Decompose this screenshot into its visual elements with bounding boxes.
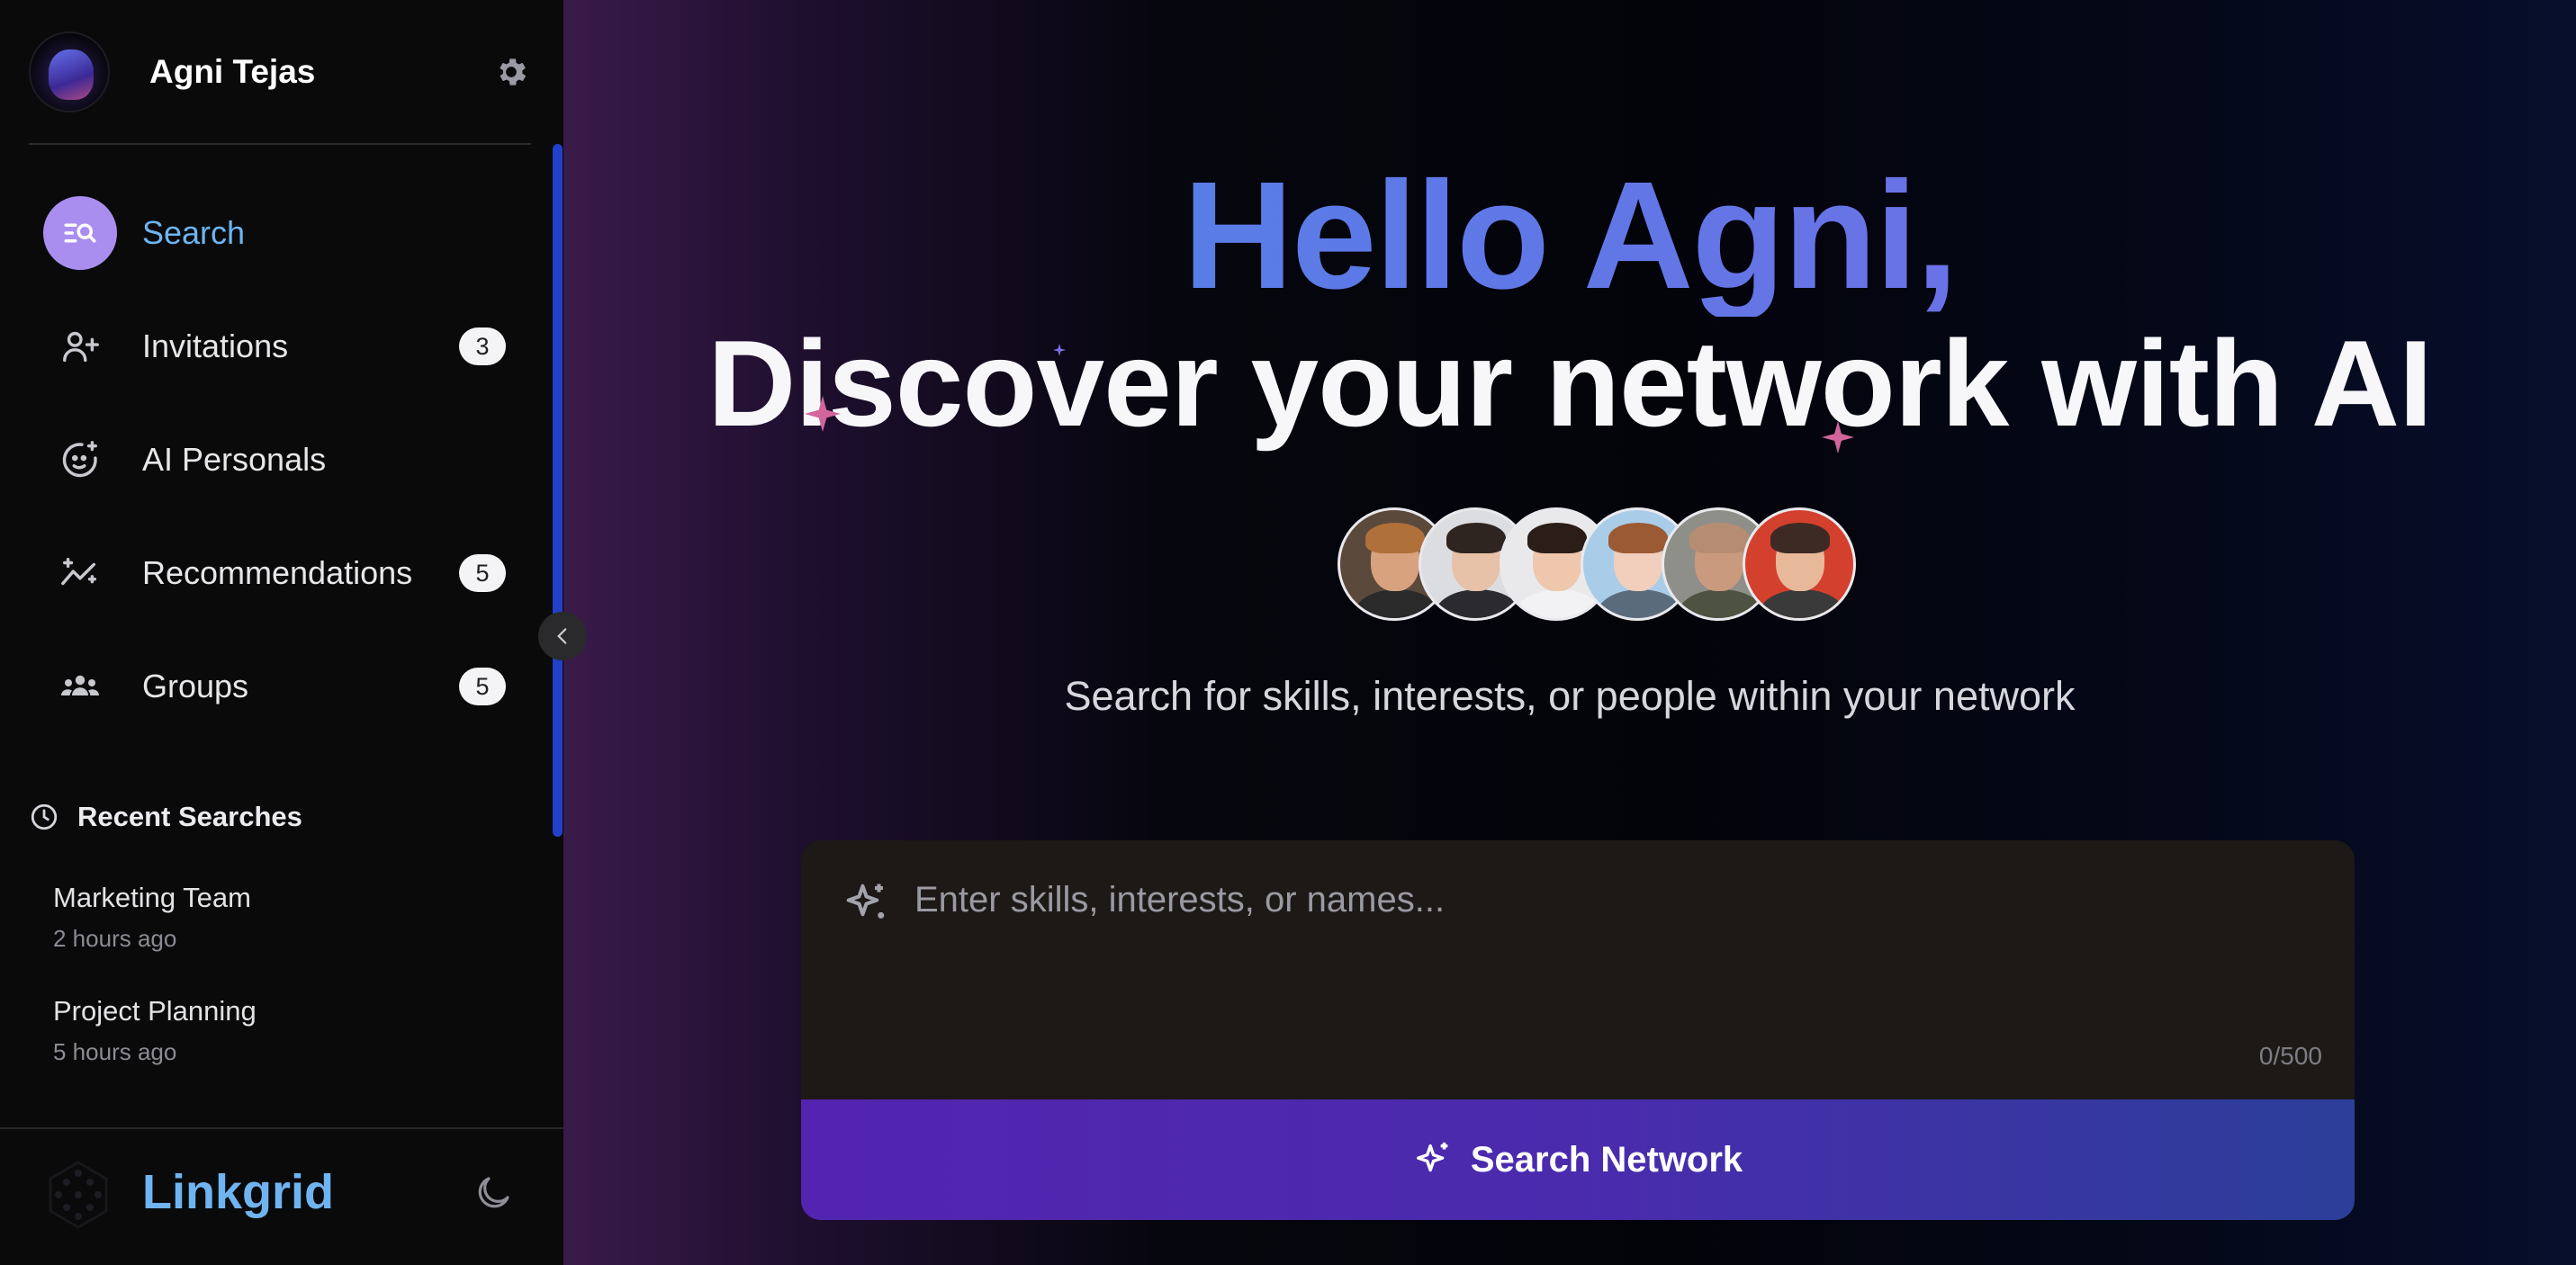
search-button-label: Search Network: [1470, 1139, 1743, 1180]
moon-icon: [478, 1177, 509, 1208]
users-group-icon: [43, 650, 117, 723]
clock-icon: [31, 803, 58, 830]
chevron-left-icon: [557, 628, 567, 644]
network-avatars: [1338, 507, 1856, 623]
search-list-icon: [43, 196, 117, 270]
sidebar-item-label: Search: [142, 214, 246, 251]
sidebar-item-label: Recommendations: [142, 554, 413, 591]
profile-name: Agni Tejas: [149, 53, 316, 90]
sparkle-icon: [805, 396, 841, 432]
sidebar-item-label: Groups: [142, 668, 249, 704]
profile-header: Agni Tejas: [29, 29, 533, 115]
collapse-sidebar-button[interactable]: [538, 612, 587, 660]
recent-search-name: Project Planning: [53, 995, 257, 1027]
sidebar-scrollbar[interactable]: [553, 144, 563, 837]
linkgrid-logo-icon: [47, 1161, 110, 1234]
list-item[interactable]: Project Planning 5 hours ago: [53, 995, 257, 1108]
recent-searches-list: Marketing Team 2 hours ago Project Plann…: [53, 882, 257, 1108]
count-badge: 3: [459, 327, 506, 365]
trend-sparkle-icon: [43, 536, 117, 610]
sidebar: Agni Tejas Search Invitations 3 AI Perso…: [0, 0, 563, 1265]
recent-search-time: 5 hours ago: [53, 1038, 177, 1065]
greeting-title: Hello Agni,: [563, 155, 2576, 317]
sidebar-nav: Search Invitations 3 AI Personals Recomm…: [29, 176, 533, 743]
sidebar-item-search[interactable]: Search: [29, 176, 533, 290]
settings-button[interactable]: [490, 50, 533, 94]
gear-icon: [500, 58, 527, 85]
sidebar-item-ai-personals[interactable]: AI Personals: [29, 403, 533, 516]
sparkle-icon: [1822, 421, 1854, 453]
recent-searches-header: Recent Searches: [29, 801, 302, 833]
headline: Discover your network with AI: [707, 315, 2433, 452]
sidebar-item-groups[interactable]: Groups 5: [29, 630, 533, 743]
search-network-button[interactable]: Search Network: [801, 1099, 2355, 1220]
recent-searches-title: Recent Searches: [77, 801, 302, 832]
count-badge: 5: [459, 668, 506, 705]
count-badge: 5: [459, 554, 506, 592]
sidebar-item-invitations[interactable]: Invitations 3: [29, 290, 533, 403]
sidebar-item-label: Invitations: [142, 327, 289, 364]
theme-toggle[interactable]: [472, 1171, 515, 1219]
sidebar-item-recommendations[interactable]: Recommendations 5: [29, 516, 533, 630]
search-input[interactable]: [801, 840, 2355, 1099]
search-card: 0/500 Search Network: [801, 840, 2355, 1220]
char-count: 0/500: [2258, 1042, 2322, 1070]
main-content: Hello Agni, Discover your network with A…: [563, 0, 2576, 1265]
sidebar-item-label: AI Personals: [142, 441, 327, 478]
divider: [29, 143, 531, 145]
avatar[interactable]: [29, 31, 110, 112]
avatar: [1743, 507, 1856, 621]
hero-subtitle: Search for skills, interests, or people …: [1064, 673, 2076, 719]
sparkles-icon: [1416, 1142, 1448, 1172]
face-sparkle-icon: [43, 423, 117, 497]
recent-search-time: 2 hours ago: [53, 925, 177, 952]
divider: [0, 1127, 563, 1129]
brand-name: Linkgrid: [142, 1165, 334, 1219]
recent-search-name: Marketing Team: [53, 882, 251, 913]
user-plus-icon: [43, 310, 117, 383]
list-item[interactable]: Marketing Team 2 hours ago: [53, 882, 257, 995]
sparkle-icon: [1053, 344, 1066, 356]
